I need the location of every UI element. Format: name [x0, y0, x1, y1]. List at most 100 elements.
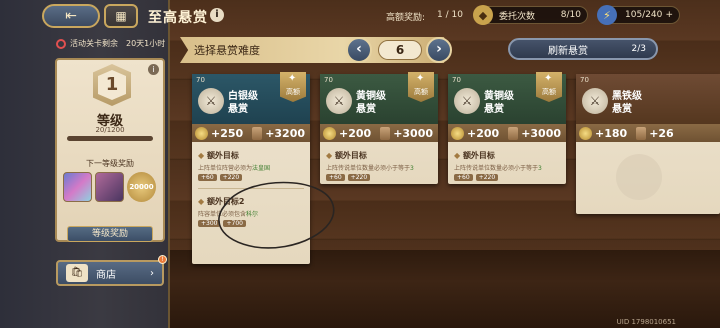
level-number: 1: [98, 70, 126, 100]
card-rewards: +200 +3000: [448, 124, 566, 142]
card-name: 黄铜级 悬赏: [356, 91, 386, 115]
card-rewards: +180 +26: [576, 124, 720, 142]
reward-coin-amount: 20000: [129, 183, 154, 191]
reward-coin: +180: [595, 126, 628, 140]
commission-label: 委托次数: [499, 11, 536, 22]
high-reward-tag: 高额: [536, 72, 562, 102]
coin-icon: [195, 126, 208, 140]
card-level: 70: [324, 76, 333, 84]
card-header: 70 ⚔ 黑铁级 悬赏: [576, 74, 720, 124]
scroll-icon: [252, 126, 263, 140]
bounty-card-iron[interactable]: 70 ⚔ 黑铁级 悬赏 +180 +26: [576, 74, 720, 214]
event-time-value: 20天1小时: [126, 39, 166, 48]
goal-title: 额外目标: [198, 150, 270, 161]
reward-coin: +250: [211, 126, 244, 140]
card-header: 70 ⚔ 黄铜级悬赏 高额: [448, 72, 566, 124]
lightning-icon: ⚡: [597, 5, 617, 25]
scribble-annotation: [218, 181, 335, 249]
extra-goal-1: 额外目标 上阵传说单位数量必须小于等于3 +60+220: [454, 150, 542, 181]
add-energy-icon[interactable]: +: [665, 10, 673, 20]
difficulty-increase-button[interactable]: ›: [426, 37, 452, 63]
level-progress-bar: [67, 136, 153, 141]
refresh-bounty-button[interactable]: 刷新悬赏 2/3: [508, 38, 658, 60]
card-rewards: +200 +3000: [320, 124, 438, 142]
commission-pill: ◆ 委托次数 8/10: [473, 5, 588, 25]
bounty-emblem-icon: ⚔: [582, 88, 608, 114]
goal-title: 额外目标: [454, 150, 542, 161]
level-badge: 1: [93, 64, 131, 106]
difficulty-decrease-button[interactable]: ‹: [346, 37, 372, 63]
card-level: 70: [196, 76, 205, 84]
reward-scroll: +3000: [521, 126, 562, 140]
reward-count: 1 / 10: [437, 10, 463, 20]
uid-label: UID 1798010651: [616, 318, 676, 326]
info-icon[interactable]: i: [210, 8, 224, 22]
reward-item-crystal[interactable]: [63, 172, 92, 202]
shop-button[interactable]: 🛍 商店 ›: [56, 260, 164, 286]
reward-item-coin[interactable]: 20000: [127, 172, 156, 202]
reward-item-card[interactable]: [95, 172, 124, 202]
reward-scroll: +3200: [265, 126, 306, 140]
scroll-icon: [636, 126, 647, 140]
goal-desc: 上阵传说单位数量必须小于等于3: [326, 165, 414, 172]
difficulty-label: 选择悬赏难度: [194, 44, 260, 57]
card-name: 白银级 悬赏: [228, 91, 258, 115]
chevron-right-icon: ›: [150, 267, 154, 279]
bounty-emblem-icon: ⚔: [198, 88, 224, 114]
back-arrow-icon: ⇤: [65, 8, 77, 24]
reward-coin: +200: [339, 126, 372, 140]
level-exp: 20/1200: [95, 126, 125, 134]
goal-desc: 上阵单位阵营必须为法皇国: [198, 165, 271, 172]
refresh-count: 2/3: [631, 44, 646, 54]
bounty-emblem-icon: ⚔: [326, 88, 352, 114]
level-info-icon[interactable]: i: [148, 64, 159, 75]
event-timer-label: 活动关卡剩余: [70, 39, 118, 48]
coin-icon: [451, 126, 464, 140]
reward-scroll: +26: [649, 126, 674, 140]
scroll-icon: [380, 126, 391, 140]
goal-rewards: +60 +220: [454, 174, 542, 181]
level-rewards: 20000: [63, 172, 156, 202]
menu-button[interactable]: ▦: [104, 4, 138, 28]
card-header: 70 ⚔ 白银级悬赏 高额: [192, 72, 310, 124]
refresh-label: 刷新悬赏: [548, 45, 588, 57]
bounty-card-bronze-1[interactable]: 70 ⚔ 黄铜级悬赏 高额 +200 +3000 额外目标 上阵传说单位数量必须…: [320, 72, 438, 184]
shop-label: 商店: [96, 269, 116, 281]
chevron-right-icon: ›: [436, 41, 442, 57]
coin-icon: [323, 126, 336, 140]
card-level: 70: [452, 76, 461, 84]
grid-icon: ▦: [115, 9, 127, 23]
event-timer: 活动关卡剩余 20天1小时: [56, 38, 165, 49]
commission-count: 8/10: [560, 10, 581, 20]
bounty-emblem-icon: ⚔: [454, 88, 480, 114]
scroll-icon: [508, 126, 519, 140]
chevron-left-icon: ‹: [356, 41, 362, 57]
goal-desc: 上阵传说单位数量必须小于等于3: [454, 165, 542, 172]
card-header: 70 ⚔ 黄铜级悬赏 高额: [320, 72, 438, 124]
level-rewards-button[interactable]: 等级奖励: [67, 226, 153, 242]
difficulty-value: 6: [378, 40, 422, 60]
notification-dot: !: [158, 255, 167, 264]
goal-title: 额外目标: [326, 150, 414, 161]
reward-scroll: +3000: [393, 126, 434, 140]
shop-icon: 🛍: [66, 264, 88, 282]
energy-value: 105/240: [625, 10, 663, 20]
clock-icon: [56, 38, 66, 49]
page-title: 至高悬赏: [148, 10, 208, 26]
coin-icon: [579, 126, 592, 140]
badge-icon: ◆: [473, 5, 493, 25]
back-button[interactable]: ⇤: [42, 4, 100, 28]
level-card: 1 i 等级 20/1200 下一等级奖励 20000 等级奖励: [55, 58, 165, 242]
high-reward-tag: 高额: [408, 72, 434, 102]
card-name: 黄铜级 悬赏: [484, 91, 514, 115]
next-level-label: 下一等级奖励: [86, 159, 134, 168]
energy-pill: ⚡ 105/240 +: [597, 5, 680, 25]
card-level: 70: [580, 76, 589, 84]
bounty-card-bronze-2[interactable]: 70 ⚔ 黄铜级悬赏 高额 +200 +3000 额外目标 上阵传说单位数量必须…: [448, 72, 566, 184]
reward-label: 高额奖励:: [386, 13, 426, 23]
card-rewards: +250 +3200: [192, 124, 310, 142]
faded-emblem-icon: [616, 154, 662, 200]
reward-coin: +200: [467, 126, 500, 140]
high-reward-tag: 高额: [280, 72, 306, 102]
card-name: 黑铁级 悬赏: [612, 91, 642, 115]
